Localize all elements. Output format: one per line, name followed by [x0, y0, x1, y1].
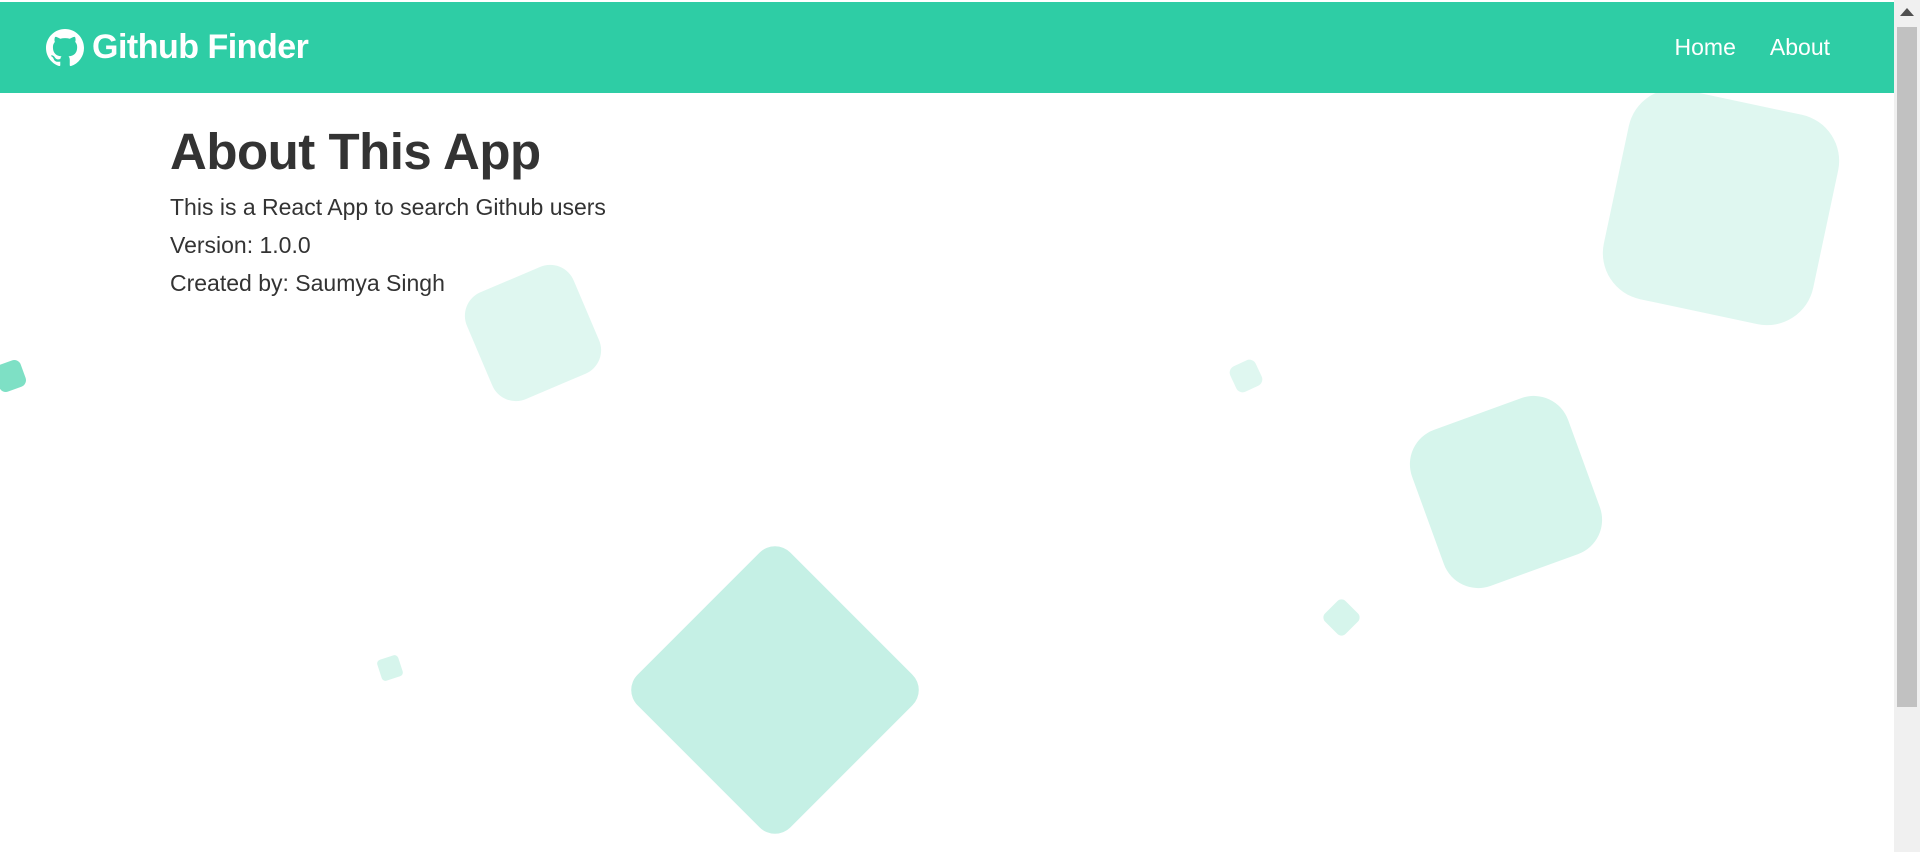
about-content: About This App This is a React App to se… [170, 122, 606, 307]
nav-link-about[interactable]: About [1770, 34, 1830, 61]
scrollbar-thumb[interactable] [1897, 27, 1917, 707]
app-author: Created by: Saumya Singh [170, 270, 445, 296]
app-description: This is a React App to search Github use… [170, 194, 606, 220]
navbar: Github Finder Home About [0, 2, 1894, 93]
decorative-square [0, 358, 28, 394]
page-title: About This App [170, 123, 541, 180]
decorative-square [1320, 596, 1363, 639]
brand-title: Github Finder [92, 28, 309, 66]
scroll-up-arrow-icon[interactable] [1900, 8, 1914, 16]
decorative-square [1227, 357, 1265, 395]
nav-link-home[interactable]: Home [1675, 34, 1736, 61]
app-version: Version: 1.0.0 [170, 232, 311, 258]
github-icon [46, 28, 84, 67]
decorative-square [622, 537, 928, 843]
decorative-square [376, 654, 404, 682]
decorative-square [1594, 80, 1848, 334]
brand-link[interactable]: Github Finder [46, 28, 309, 67]
page: Github Finder Home About About This App … [0, 0, 1920, 852]
nav-links: Home About [1675, 34, 1830, 61]
decorative-square [1399, 385, 1613, 599]
vertical-scrollbar[interactable] [1894, 0, 1920, 852]
